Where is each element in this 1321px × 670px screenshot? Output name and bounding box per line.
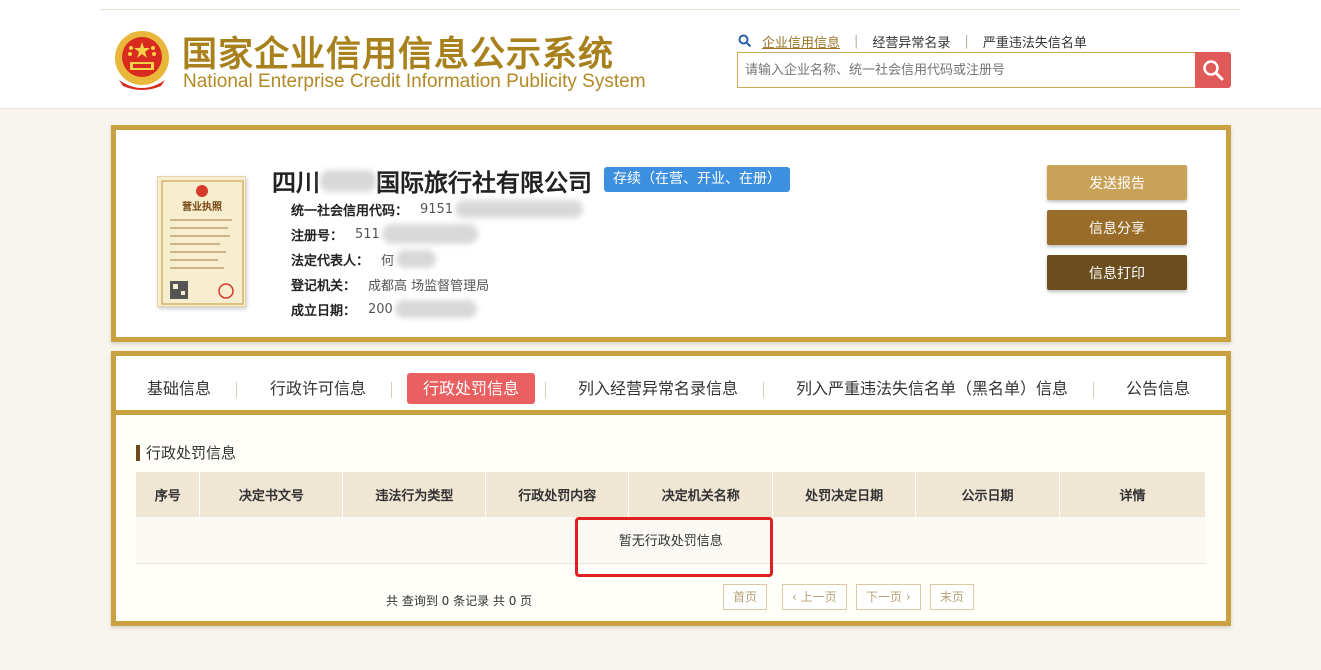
share-info-button[interactable]: 信息分享	[1047, 210, 1187, 245]
column-header: 违法行为类型	[342, 472, 487, 517]
print-info-button[interactable]: 信息打印	[1047, 255, 1187, 290]
link-separator: |	[854, 33, 859, 49]
first-page-button[interactable]: 首页	[723, 584, 768, 610]
tab-separator	[545, 382, 546, 398]
column-header: 决定书文号	[199, 472, 344, 517]
chevron-right-icon: ›	[905, 590, 911, 604]
field-value: 511	[355, 226, 380, 242]
search-icon	[1203, 60, 1224, 81]
field-label: 统一社会信用代码：	[291, 203, 409, 219]
tab-separator	[763, 382, 764, 398]
column-header: 序号	[136, 472, 201, 517]
national-emblem-icon	[115, 31, 169, 90]
search-icon	[738, 34, 752, 48]
status-badge: 存续（在营、开业、在册）	[604, 167, 790, 192]
column-header: 决定机关名称	[628, 472, 774, 517]
field-label: 成立日期：	[291, 303, 357, 319]
next-page-label: 下一页	[866, 590, 903, 604]
license-label: 营业执照	[182, 200, 222, 213]
section-title-text: 行政处罚信息	[146, 444, 237, 462]
info-row-credit-code: 统一社会信用代码： 9151	[291, 199, 584, 219]
table-header-row: 序号 决定书文号 违法行为类型 行政处罚内容 决定机关名称 处罚决定日期 公示日…	[136, 472, 1206, 517]
field-value: 成都高 场监督管理局	[368, 278, 490, 294]
column-header: 处罚决定日期	[772, 472, 917, 517]
field-label: 法定代表人：	[291, 253, 370, 269]
tab-basic-info[interactable]: 基础信息	[131, 373, 227, 404]
redacted-blur	[455, 200, 584, 218]
site-title: 国家企业信用信息公示系统	[182, 35, 615, 75]
tab-abnormal-list[interactable]: 列入经营异常名录信息	[562, 373, 754, 404]
header-top-divider	[100, 9, 1240, 10]
redacted-blur	[381, 224, 478, 244]
section-title: 行政处罚信息	[136, 442, 236, 463]
link-abnormal-list[interactable]: 经营异常名录	[872, 32, 950, 51]
redacted-blur	[394, 300, 477, 318]
search-button[interactable]	[1195, 52, 1231, 88]
next-page-button[interactable]: 下一页 ›	[856, 584, 921, 610]
link-serious-violation[interactable]: 严重违法失信名单	[983, 32, 1087, 51]
info-row-established-date: 成立日期： 200	[291, 299, 477, 319]
redacted-blur	[396, 250, 437, 268]
penalty-table: 序号 决定书文号 违法行为类型 行政处罚内容 决定机关名称 处罚决定日期 公示日…	[136, 472, 1206, 564]
pager-info: 共 查询到 0 条记录 共 0 页	[386, 594, 533, 608]
tab-admin-penalty[interactable]: 行政处罚信息	[407, 373, 536, 404]
last-page-button[interactable]: 末页	[930, 584, 975, 610]
prev-page-label: 上一页	[800, 590, 837, 604]
search-type-links: 企业信用信息 | 经营异常名录 | 严重违法失信名单	[738, 31, 1087, 51]
business-license-icon: 营业执照	[161, 180, 244, 305]
info-row-reg-authority: 登记机关： 成都高 场监督管理局	[291, 274, 489, 294]
field-value: 何	[381, 253, 395, 269]
column-header: 详情	[1059, 472, 1206, 517]
redacted-blur	[320, 169, 376, 192]
column-header: 行政处罚内容	[485, 472, 630, 517]
send-report-button[interactable]: 发送报告	[1047, 165, 1187, 200]
site-header: 国家企业信用信息公示系统 National Enterprise Credit …	[0, 0, 1321, 109]
search-input[interactable]	[737, 52, 1196, 88]
tab-admin-license[interactable]: 行政许可信息	[254, 373, 382, 404]
company-name-suffix: 国际旅行社有限公司	[376, 169, 592, 197]
column-header: 公示日期	[915, 472, 1060, 517]
info-row-reg-number: 注册号： 511	[291, 224, 478, 244]
chevron-left-icon: ‹	[792, 590, 797, 604]
tab-separator	[391, 382, 392, 398]
table-row: 暂无行政处罚信息	[136, 517, 1206, 564]
empty-message: 暂无行政处罚信息	[136, 517, 1206, 564]
field-label: 登记机关：	[291, 278, 357, 294]
tab-blacklist[interactable]: 列入严重违法失信名单（黑名单）信息	[780, 373, 1084, 404]
info-tabs-panel: 基础信息 行政许可信息 行政处罚信息 列入经营异常名录信息 列入严重违法失信名单…	[111, 351, 1231, 626]
company-info-card: 营业执照 四川 国际旅行社有限公司 存续（在营、开业、在册） 统一社会信用代码：…	[111, 125, 1231, 342]
section-title-bar	[136, 444, 140, 461]
field-value: 200	[368, 301, 393, 317]
business-license-image: 营业执照	[157, 176, 246, 307]
company-name-prefix: 四川	[272, 169, 320, 197]
tab-separator	[1093, 382, 1094, 398]
field-value: 9151	[420, 201, 454, 217]
link-enterprise-credit[interactable]: 企业信用信息	[762, 32, 840, 51]
prev-page-button[interactable]: ‹ 上一页	[782, 584, 847, 610]
field-label: 注册号：	[291, 228, 344, 244]
tab-bar: 基础信息 行政许可信息 行政处罚信息 列入经营异常名录信息 列入严重违法失信名单…	[116, 356, 1226, 415]
info-row-legal-rep: 法定代表人： 何	[291, 249, 437, 269]
link-separator: |	[964, 33, 969, 49]
tab-announcements[interactable]: 公告信息	[1110, 373, 1206, 404]
site-subtitle: National Enterprise Credit Information P…	[183, 71, 646, 92]
tab-separator	[236, 382, 237, 398]
company-name: 四川 国际旅行社有限公司	[272, 163, 592, 198]
